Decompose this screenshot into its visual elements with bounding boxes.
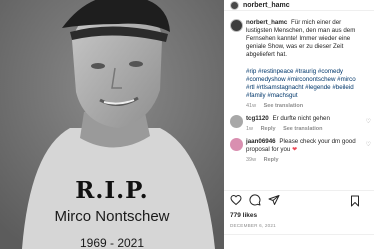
bookmark-icon[interactable] <box>349 195 361 207</box>
comment-time: 39w <box>246 157 257 164</box>
add-comment-area[interactable] <box>224 234 374 249</box>
avatar[interactable] <box>230 19 243 32</box>
memorial-name: Mirco Nontschew <box>54 208 170 225</box>
author-username[interactable]: norbert_hamc <box>243 2 290 9</box>
caption-meta: 41w See translation <box>246 103 362 109</box>
see-translation-button[interactable]: See translation <box>264 103 303 109</box>
post-image[interactable]: R.I.P. Mirco Nontschew 1969 - 2021 <box>0 0 224 249</box>
comment-text: Er durfte nicht gehen <box>272 114 330 122</box>
comment-icon[interactable] <box>249 193 261 206</box>
comment-username[interactable]: tcg1120 <box>246 115 269 122</box>
avatar[interactable] <box>230 138 243 152</box>
heart-icon[interactable]: ♡ <box>366 118 371 125</box>
avatar[interactable] <box>230 114 243 128</box>
action-bar <box>224 190 374 208</box>
comments-list: norbert_hamc Für mich einer der lustigst… <box>224 19 374 169</box>
red-heart-icon: ❤ <box>292 146 298 154</box>
reply-button[interactable]: Reply <box>261 126 276 132</box>
memorial-years: 1969 - 2021 <box>79 236 145 249</box>
list-item: tcg1120 Er durfte nicht gehen 1w Reply S… <box>224 114 374 133</box>
comment-username[interactable]: jaan06946 <box>246 138 276 145</box>
caption-username[interactable]: norbert_hamc <box>246 19 287 26</box>
comment-time: 1w <box>246 126 254 133</box>
author-avatar[interactable] <box>230 0 239 10</box>
heart-icon[interactable]: ♡ <box>366 141 371 148</box>
caption: norbert_hamc Für mich einer der lustigst… <box>224 19 374 109</box>
reply-button[interactable]: Reply <box>264 157 279 163</box>
see-translation-button[interactable]: See translation <box>283 126 322 132</box>
post-side-panel: norbert_hamc norbert_hamc Für mich einer… <box>224 0 374 249</box>
rip-title: R.I.P. <box>75 177 149 204</box>
list-item: jaan06946 Please check your dm good prop… <box>224 138 374 163</box>
heart-icon[interactable] <box>230 194 242 206</box>
send-icon[interactable] <box>268 194 280 206</box>
post-header: norbert_hamc <box>224 0 374 11</box>
caption-time: 41w <box>246 102 257 109</box>
likes-count[interactable]: 779 likes <box>230 212 257 219</box>
caption-hashtags[interactable]: #rip #restinpeace #traurig #comedy #come… <box>246 68 356 99</box>
post-date: DECEMBER 6, 2021 <box>230 223 276 228</box>
